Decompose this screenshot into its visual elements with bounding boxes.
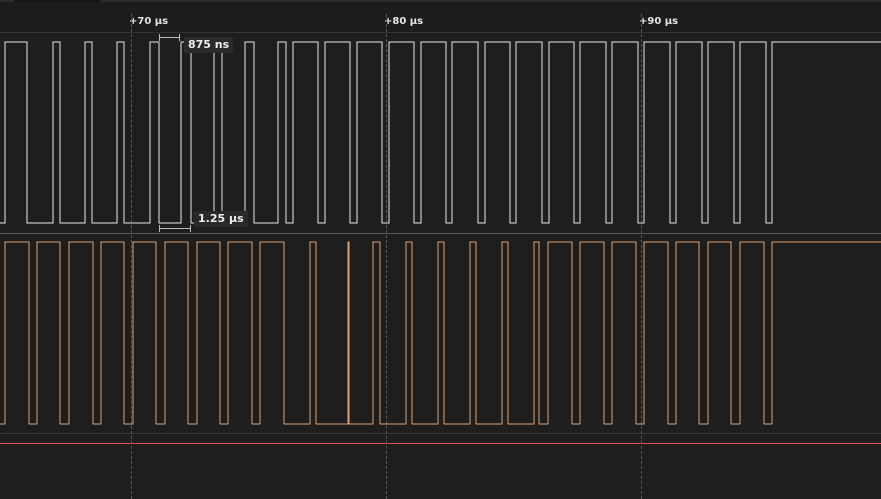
time-marker-80us: +80 µs [384,16,424,27]
pulse-width-marker [159,34,180,41]
time-marker-70us: +70 µs [129,16,169,27]
period-marker [159,225,191,232]
time-marker-90us: +90 µs [639,16,679,27]
time-guide-80us [386,14,387,499]
waveform-trace [0,241,881,425]
time-guide-70us [131,14,132,499]
period-label: 1.25 µs [194,211,248,227]
logic-analyzer-view: +70 µs +80 µs +90 µs 875 ns 1.25 µs [0,0,881,499]
time-guide-90us [641,14,642,499]
waveform-trace [0,41,881,224]
channel-1-waveform[interactable] [0,234,881,432]
channel-0-waveform[interactable] [0,33,881,233]
channel-2-waveform[interactable] [0,443,881,444]
channel-divider [0,433,881,434]
pulse-width-label: 875 ns [184,37,234,53]
